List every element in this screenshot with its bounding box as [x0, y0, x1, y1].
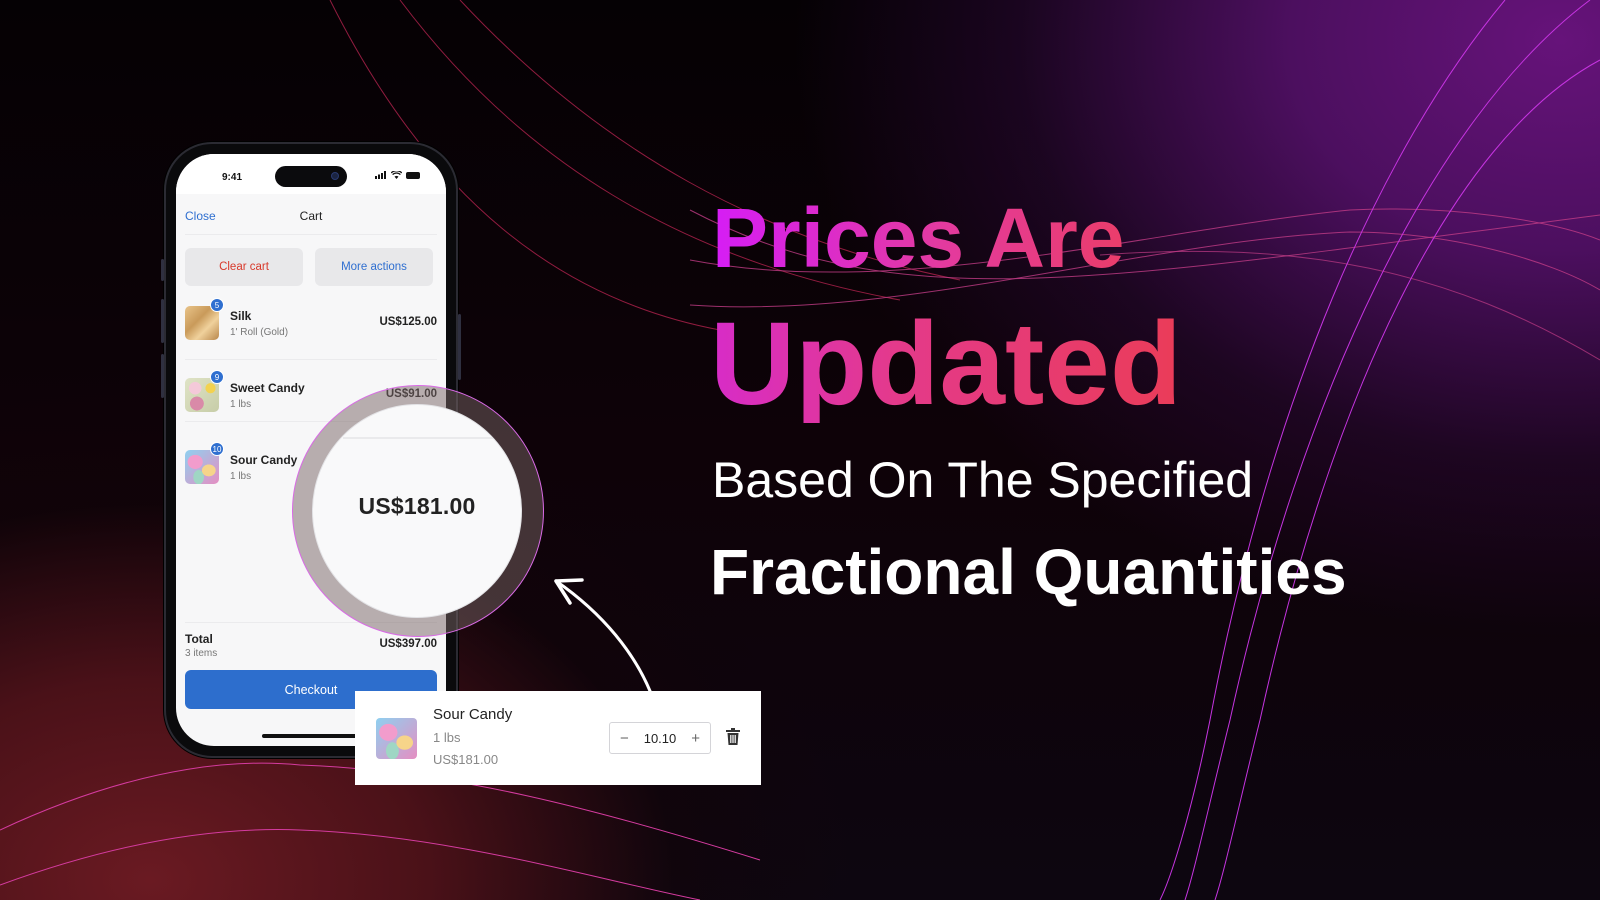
curve [0, 829, 701, 900]
curve [1184, 0, 1591, 900]
battery-icon [406, 171, 420, 179]
total-item-count: 3 items [185, 648, 218, 659]
total-price: US$397.00 [379, 638, 437, 650]
quantity-badge: 5 [210, 298, 224, 312]
increment-button[interactable]: + [691, 730, 700, 747]
cart-title: Cart [299, 209, 323, 223]
item-price: US$125.00 [379, 316, 437, 328]
more-actions-button[interactable]: More actions [315, 248, 433, 286]
divider [185, 234, 437, 235]
magnified-price: US$181.00 [358, 493, 476, 519]
quantity-badge: 9 [210, 370, 224, 384]
item-thumbnail-sour-candy [376, 718, 417, 759]
status-icons [375, 171, 420, 179]
headline-line-2: Updated [710, 298, 1182, 430]
status-bar: 9:41 [176, 154, 446, 194]
trash-icon[interactable] [725, 727, 741, 747]
dynamic-island [275, 166, 347, 187]
item-variant: 1 lbs [230, 471, 252, 482]
quantity-value[interactable]: 10.10 [644, 731, 677, 746]
line-item-card: Sour Candy 1 lbs US$181.00 − 10.10 + [355, 691, 761, 785]
cart-item[interactable]: 5 Silk 1' Roll (Gold) US$125.00 [185, 298, 437, 366]
curve [1159, 0, 1506, 900]
home-indicator [262, 734, 362, 738]
item-name: Silk [230, 309, 252, 323]
item-variant: 1 lbs [433, 730, 461, 745]
divider [185, 359, 437, 360]
status-time: 9:41 [222, 172, 243, 183]
quantity-badge: 10 [210, 442, 224, 456]
magnifier-lens: US$181.00 [312, 404, 522, 618]
item-name: Sour Candy [230, 453, 298, 467]
divider [343, 437, 521, 439]
item-name: Sweet Candy [230, 381, 305, 395]
item-variant: 1 lbs [230, 399, 252, 410]
camera-icon [331, 172, 339, 180]
headline-line-1: Prices Are [712, 191, 1125, 285]
curve [1214, 59, 1600, 900]
item-variant: 1' Roll (Gold) [230, 327, 289, 338]
cart-nav-bar: Close Cart [176, 196, 446, 236]
curved-arrow-icon [554, 578, 652, 693]
item-price: US$181.00 [433, 752, 499, 767]
phone-side-button [458, 314, 461, 380]
phone-side-button [161, 259, 164, 281]
signal-icon [375, 171, 386, 179]
phone-side-button [161, 299, 164, 343]
wifi-icon [391, 171, 402, 179]
clear-cart-button[interactable]: Clear cart [185, 248, 303, 286]
headline-line-3: Based On The Specified [712, 452, 1254, 508]
quantity-stepper[interactable]: − 10.10 + [609, 722, 711, 754]
item-name: Sour Candy [433, 706, 513, 723]
decrement-button[interactable]: − [620, 730, 629, 747]
phone-side-button [161, 354, 164, 398]
headline-line-4: Fractional Quantities [710, 536, 1347, 608]
total-label: Total [185, 632, 213, 646]
